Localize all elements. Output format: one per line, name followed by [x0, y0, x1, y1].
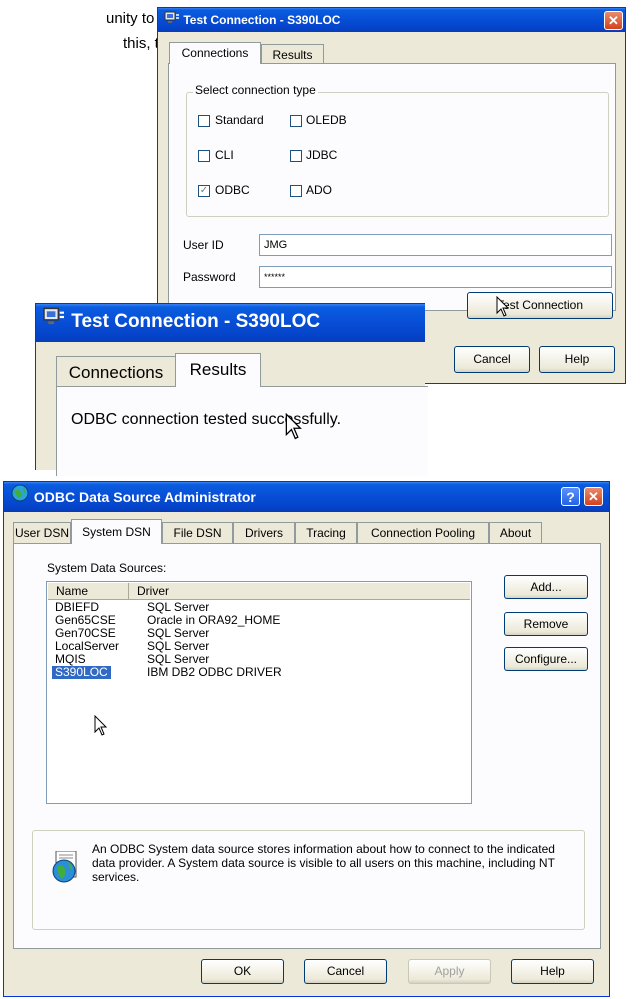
title-bar[interactable]: ODBC Data Source Administrator [4, 482, 609, 512]
tab-drivers[interactable]: Drivers [233, 522, 295, 543]
ok-button[interactable]: OK [201, 959, 284, 984]
row-name: S390LOC [52, 666, 111, 679]
mouse-cursor-icon [94, 714, 108, 740]
window-title: Test Connection - S390LOC [183, 13, 341, 27]
tab-results[interactable]: Results [175, 353, 261, 387]
cli-label: CLI [215, 148, 234, 162]
connection-icon [164, 9, 180, 33]
window-title: ODBC Data Source Administrator [33, 489, 256, 505]
help-button[interactable]: Help [511, 959, 594, 984]
oledb-label: OLEDB [306, 113, 347, 127]
connection-type-group [186, 92, 609, 217]
table-row[interactable]: LocalServer SQL Server [51, 640, 467, 653]
tab-user-dsn[interactable]: User DSN [13, 522, 71, 543]
password-field[interactable]: ****** [259, 266, 612, 288]
jdbc-label: JDBC [306, 148, 338, 162]
connection-icon [42, 304, 66, 340]
standard-label: Standard [215, 113, 264, 127]
title-bar[interactable]: Test Connection - S390LOC [158, 8, 625, 32]
password-label: Password [183, 270, 236, 284]
close-icon[interactable]: ✕ [584, 487, 603, 506]
mouse-cursor-icon [496, 295, 510, 321]
tab-tracing[interactable]: Tracing [295, 522, 357, 543]
mouse-cursor-icon [285, 412, 303, 444]
apply-button[interactable]: Apply [408, 959, 491, 984]
system-dsn-panel: System Data Sources: Name Driver DBIEFD S… [13, 543, 601, 949]
group-label: Select connection type [193, 83, 318, 97]
standard-checkbox[interactable] [198, 115, 210, 127]
tab-file-dsn[interactable]: File DSN [162, 522, 233, 543]
test-connection-button[interactable]: Test Connection [467, 292, 613, 319]
help-button[interactable]: Help [539, 346, 615, 373]
data-sources-list[interactable]: Name Driver DBIEFD SQL Server Gen65CSE Ora… [46, 581, 472, 804]
test-connection-results-window: Test Connection - S390LOC Connections Re… [35, 303, 428, 476]
title-bar[interactable]: Test Connection - S390LOC [36, 304, 425, 342]
system-data-sources-label: System Data Sources: [47, 561, 167, 575]
userid-field[interactable]: JMG [259, 234, 612, 256]
tab-connections[interactable]: Connections [169, 42, 261, 64]
info-text: An ODBC System data source stores inform… [92, 842, 555, 884]
table-row-selected[interactable]: S390LOC IBM DB2 ODBC DRIVER [51, 666, 467, 679]
ado-label: ADO [306, 183, 333, 197]
oledb-checkbox[interactable] [290, 115, 302, 127]
tab-system-dsn[interactable]: System DSN [71, 519, 162, 544]
help-question-icon[interactable]: ? [561, 487, 580, 506]
cancel-button[interactable]: Cancel [304, 959, 387, 984]
row-driver: IBM DB2 ODBC DRIVER [147, 665, 282, 679]
tab-connection-pooling[interactable]: Connection Pooling [357, 522, 489, 543]
ado-checkbox[interactable] [290, 185, 302, 197]
configure-button[interactable]: Configure... [504, 647, 588, 671]
odbc-globe-icon [10, 483, 30, 513]
connections-panel: Select connection type Standard OLEDB CL… [168, 63, 616, 311]
odbc-globe-icon [50, 850, 80, 888]
jdbc-checkbox[interactable] [290, 150, 302, 162]
close-icon[interactable]: ✕ [604, 11, 623, 30]
tab-results[interactable]: Results [261, 44, 324, 64]
cancel-button[interactable]: Cancel [454, 346, 530, 373]
window-title: Test Connection - S390LOC [71, 311, 321, 333]
remove-button[interactable]: Remove [504, 612, 588, 636]
column-header-name[interactable]: Name [48, 583, 129, 600]
userid-label: User ID [183, 238, 224, 252]
cli-checkbox[interactable] [198, 150, 210, 162]
odbc-checkbox[interactable]: ✓ [198, 185, 210, 197]
column-header-driver[interactable]: Driver [129, 583, 470, 600]
add-button[interactable]: Add... [504, 575, 588, 599]
tab-connections[interactable]: Connections [56, 356, 176, 387]
tab-about[interactable]: About [489, 522, 542, 543]
results-panel: ODBC connection tested successfully. [56, 386, 428, 476]
odbc-label: ODBC [215, 183, 250, 197]
